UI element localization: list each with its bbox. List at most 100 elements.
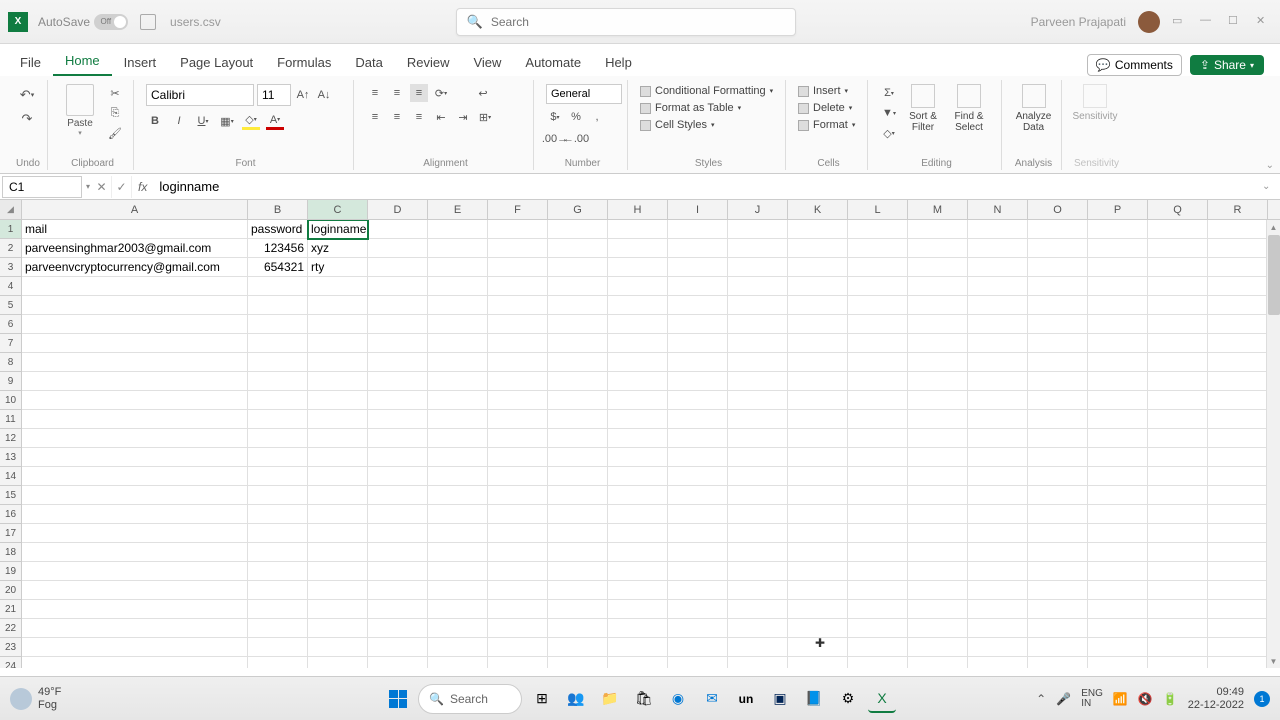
cell-R5[interactable] [1208,296,1268,315]
cell-K22[interactable] [788,619,848,638]
cell-L14[interactable] [848,467,908,486]
cell-G18[interactable] [548,543,608,562]
comma-button[interactable]: , [588,108,606,126]
cell-R20[interactable] [1208,581,1268,600]
cell-R1[interactable] [1208,220,1268,239]
cell-E23[interactable] [428,638,488,657]
cell-D13[interactable] [368,448,428,467]
cell-G5[interactable] [548,296,608,315]
clear-button[interactable]: ◇▾ [880,124,898,142]
search-input[interactable] [491,15,785,29]
cell-E16[interactable] [428,505,488,524]
row-header-19[interactable]: 19 [0,562,22,581]
cell-O16[interactable] [1028,505,1088,524]
cell-A24[interactable] [22,657,248,668]
cell-O12[interactable] [1028,429,1088,448]
cell-M13[interactable] [908,448,968,467]
cell-D15[interactable] [368,486,428,505]
cell-D1[interactable] [368,220,428,239]
row-header-17[interactable]: 17 [0,524,22,543]
cell-N19[interactable] [968,562,1028,581]
cell-H3[interactable] [608,258,668,277]
cell-C6[interactable] [308,315,368,334]
cell-E17[interactable] [428,524,488,543]
cell-F14[interactable] [488,467,548,486]
cell-M21[interactable] [908,600,968,619]
cell-A10[interactable] [22,391,248,410]
formula-input[interactable] [153,179,1262,194]
cell-E7[interactable] [428,334,488,353]
cell-F13[interactable] [488,448,548,467]
cell-K19[interactable] [788,562,848,581]
cell-L10[interactable] [848,391,908,410]
store-icon[interactable]: 🛍 [630,685,658,713]
cell-I6[interactable] [668,315,728,334]
cell-D2[interactable] [368,239,428,258]
cell-A4[interactable] [22,277,248,296]
cell-A5[interactable] [22,296,248,315]
align-left-button[interactable]: ≡ [366,108,384,126]
cell-H15[interactable] [608,486,668,505]
cell-R4[interactable] [1208,277,1268,296]
search-box[interactable]: 🔍 [456,8,796,36]
cell-J3[interactable] [728,258,788,277]
cell-D9[interactable] [368,372,428,391]
cell-G9[interactable] [548,372,608,391]
cell-B5[interactable] [248,296,308,315]
row-header-10[interactable]: 10 [0,391,22,410]
cell-H13[interactable] [608,448,668,467]
cell-E8[interactable] [428,353,488,372]
column-header-C[interactable]: C [308,200,368,219]
cell-F18[interactable] [488,543,548,562]
cell-A14[interactable] [22,467,248,486]
cell-Q4[interactable] [1148,277,1208,296]
cell-E6[interactable] [428,315,488,334]
cell-I19[interactable] [668,562,728,581]
cell-C17[interactable] [308,524,368,543]
cell-N12[interactable] [968,429,1028,448]
close-icon[interactable]: ✕ [1256,14,1272,30]
cell-L21[interactable] [848,600,908,619]
cell-Q11[interactable] [1148,410,1208,429]
cell-B21[interactable] [248,600,308,619]
cell-R7[interactable] [1208,334,1268,353]
mail-icon[interactable]: ✉ [698,685,726,713]
cell-I13[interactable] [668,448,728,467]
cell-L23[interactable] [848,638,908,657]
cell-E15[interactable] [428,486,488,505]
cell-C20[interactable] [308,581,368,600]
cell-K10[interactable] [788,391,848,410]
cell-J24[interactable] [728,657,788,668]
cell-F24[interactable] [488,657,548,668]
cell-H14[interactable] [608,467,668,486]
cell-D5[interactable] [368,296,428,315]
cell-N16[interactable] [968,505,1028,524]
cell-G1[interactable] [548,220,608,239]
wifi-icon[interactable]: 📶 [1113,692,1128,706]
row-header-12[interactable]: 12 [0,429,22,448]
cell-H10[interactable] [608,391,668,410]
cell-F5[interactable] [488,296,548,315]
cell-C8[interactable] [308,353,368,372]
cell-L11[interactable] [848,410,908,429]
cell-L6[interactable] [848,315,908,334]
column-header-B[interactable]: B [248,200,308,219]
avatar[interactable] [1138,11,1160,33]
cell-I11[interactable] [668,410,728,429]
collapse-ribbon-icon[interactable]: ⌄ [1266,160,1274,171]
cell-P4[interactable] [1088,277,1148,296]
cell-P18[interactable] [1088,543,1148,562]
cell-A20[interactable] [22,581,248,600]
volume-icon[interactable]: 🔇 [1138,692,1153,706]
teams-icon[interactable]: 👥 [562,685,590,713]
cell-D3[interactable] [368,258,428,277]
cell-P3[interactable] [1088,258,1148,277]
cell-H8[interactable] [608,353,668,372]
cell-C23[interactable] [308,638,368,657]
cell-J6[interactable] [728,315,788,334]
name-box[interactable] [2,176,82,198]
cell-E20[interactable] [428,581,488,600]
cell-P13[interactable] [1088,448,1148,467]
cell-H12[interactable] [608,429,668,448]
cell-O6[interactable] [1028,315,1088,334]
